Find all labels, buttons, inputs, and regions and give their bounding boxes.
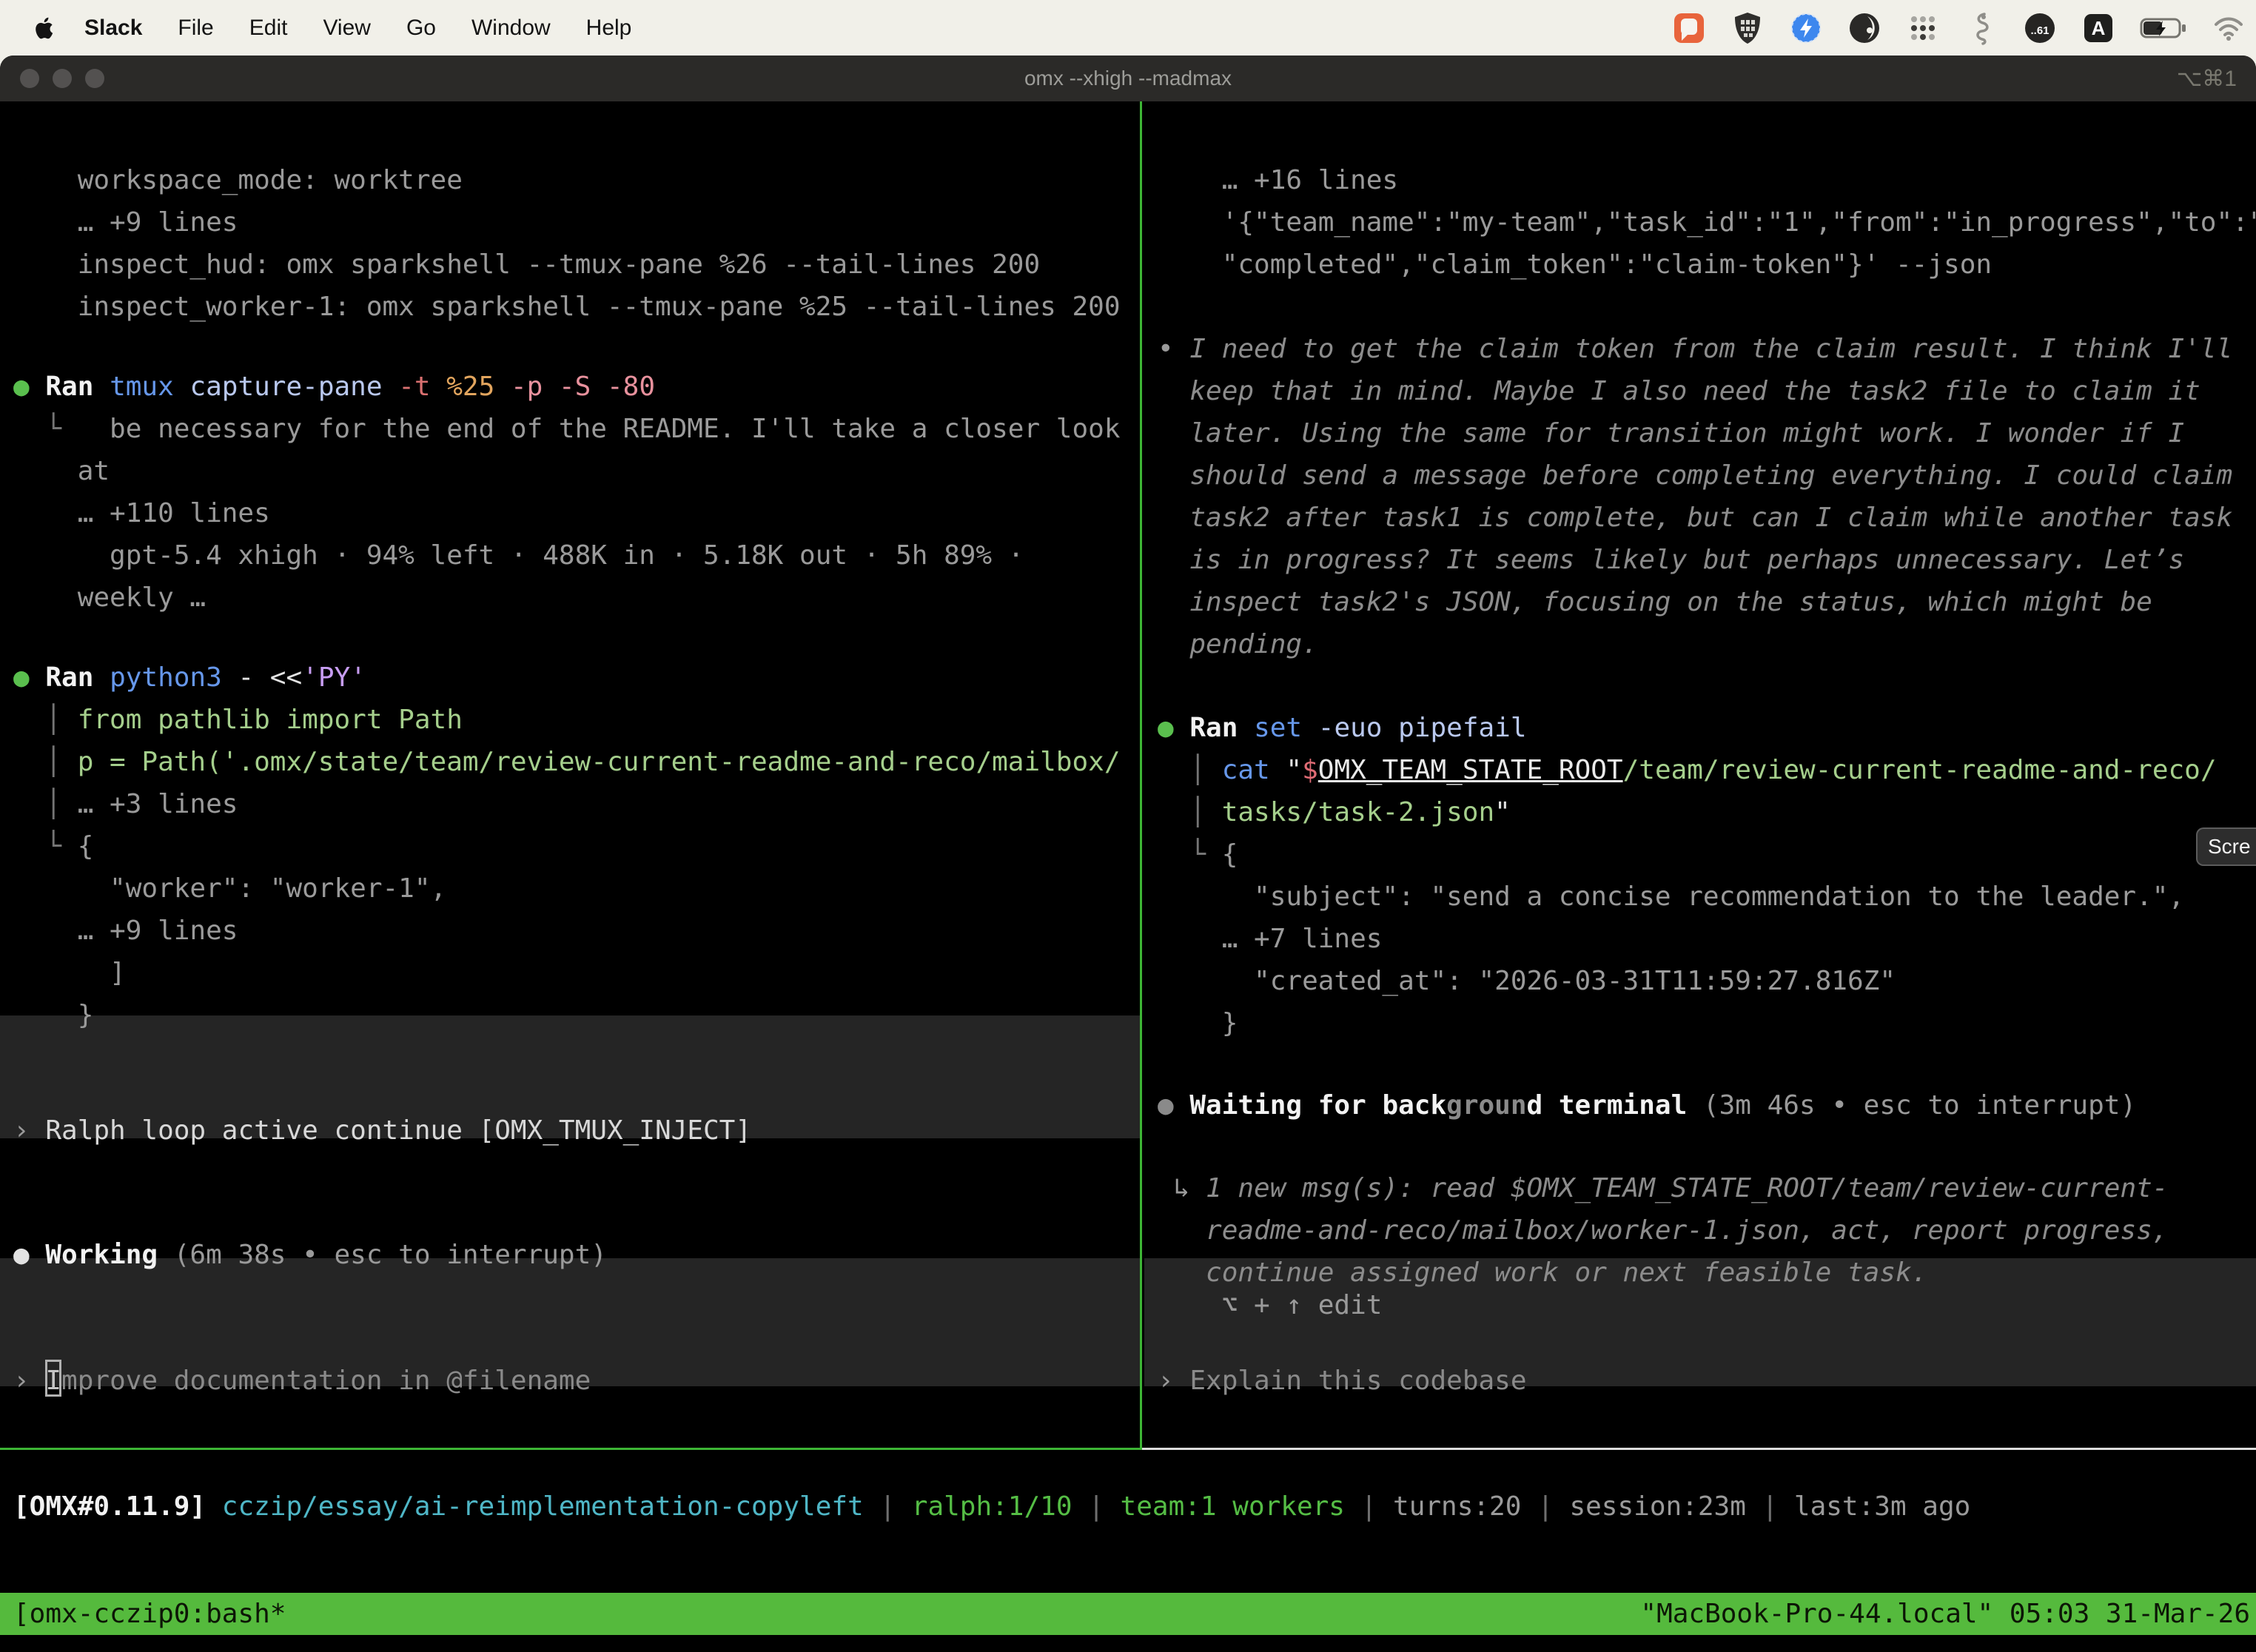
terminal-line: ● Ran tmux capture-pane -t %25 -p -S -80: [13, 366, 1140, 408]
terminal-line: … +110 lines: [13, 492, 1140, 534]
terminal-line: should send a message before completing …: [1158, 454, 2256, 497]
terminal-line: workspace_mode: worktree: [13, 159, 1140, 201]
hud-status-line: [OMX#0.11.9] cczip/essay/ai-reimplementa…: [13, 1485, 1970, 1528]
terminal-content: workspace_mode: worktree … +9 lines insp…: [0, 101, 2256, 1652]
pane-border-bottom-left: [0, 1448, 1140, 1450]
terminal-line: inspect task2's JSON, focusing on the st…: [1158, 581, 2256, 623]
pane-border-bottom-right: [1142, 1448, 2256, 1450]
badge-61-icon[interactable]: ..61: [2023, 11, 2057, 45]
terminal-window: omx --xhigh --madmax ⌥⌘1 workspace_mode:…: [0, 56, 2256, 1652]
terminal-line: at: [13, 450, 1140, 492]
menu-item-go[interactable]: Go: [406, 16, 436, 41]
terminal-line: │ from pathlib import Path: [13, 699, 1140, 741]
squiggle-icon[interactable]: [1964, 11, 1998, 45]
menu-item-edit[interactable]: Edit: [249, 16, 288, 41]
terminal-line: readme-and-reco/mailbox/worker-1.json, a…: [1158, 1209, 2256, 1252]
terminal-line: › Explain this codebase: [1158, 1360, 2256, 1402]
menu-bar: Slack File Edit View Go Window Help: [0, 0, 2256, 56]
tmux-host-clock-label: "MacBook-Pro-44.local" 05:03 31-Mar-26: [1640, 1599, 2250, 1629]
terminal-line: later. Using the same for transition mig…: [1158, 412, 2256, 454]
terminal-line: • I need to get the claim token from the…: [1158, 328, 2256, 370]
terminal-line: … +9 lines: [13, 201, 1140, 244]
terminal-line: › Improve documentation in @filename: [13, 1360, 1140, 1402]
window-title-bar[interactable]: omx --xhigh --madmax ⌥⌘1: [0, 56, 2256, 101]
window-title: omx --xhigh --madmax: [0, 56, 2256, 101]
terminal-line: weekly …: [13, 577, 1140, 619]
terminal-line: │ … +3 lines: [13, 783, 1140, 825]
terminal-line: ↳ 1 new msg(s): read $OMX_TEAM_STATE_ROO…: [1158, 1167, 2256, 1209]
terminal-line: is in progress? It seems likely but perh…: [1158, 539, 2256, 581]
terminal-line: keep that in mind. Maybe I also need the…: [1158, 370, 2256, 412]
terminal-line: ]: [13, 952, 1140, 994]
terminal-line: "worker": "worker-1",: [13, 867, 1140, 910]
tmux-session-label: [omx-cczip0:bash*: [13, 1599, 286, 1629]
terminal-line: ⌥ + ↑ edit: [1158, 1284, 2256, 1326]
menu-item-file[interactable]: File: [178, 16, 213, 41]
terminal-pane-left[interactable]: workspace_mode: worktree … +9 lines insp…: [0, 101, 1140, 1450]
window-shortcut-hint: ⌥⌘1: [2177, 56, 2237, 101]
terminal-line: ● Working (6m 38s • esc to interrupt): [13, 1234, 1140, 1276]
badge-61-label: ..61: [2030, 24, 2049, 37]
menu-item-view[interactable]: View: [323, 16, 370, 41]
terminal-line: │ cat "$OMX_TEAM_STATE_ROOT/team/review-…: [1158, 749, 2256, 791]
terminal-line: … +9 lines: [13, 910, 1140, 952]
keyboard-layout-label: A: [2092, 17, 2106, 39]
tmux-status-bar: [omx-cczip0:bash* "MacBook-Pro-44.local"…: [0, 1593, 2256, 1635]
battery-icon[interactable]: [2140, 11, 2187, 45]
terminal-line: ● Ran python3 - <<'PY': [13, 657, 1140, 699]
menu-item-window[interactable]: Window: [471, 16, 551, 41]
terminal-line: }: [13, 994, 1140, 1036]
screen-notification: Scre: [2196, 827, 2256, 866]
menu-bar-status-icons: ..61 A: [1672, 0, 2246, 56]
terminal-line: › Ralph loop active continue [OMX_TMUX_I…: [13, 1109, 1140, 1152]
terminal-line: … +7 lines: [1158, 918, 2256, 960]
wifi-icon[interactable]: [2212, 11, 2246, 45]
terminal-line: "completed","claim_token":"claim-token"}…: [1158, 244, 2256, 286]
terminal-line: gpt-5.4 xhigh · 94% left · 488K in · 5.1…: [13, 534, 1140, 577]
shield-grid-icon[interactable]: [1730, 11, 1765, 45]
terminal-line: ● Ran set -euo pipefail: [1158, 707, 2256, 749]
dots-grid-icon[interactable]: [1906, 11, 1940, 45]
terminal-line: "created_at": "2026-03-31T11:59:27.816Z": [1158, 960, 2256, 1002]
terminal-line: }: [1158, 1002, 2256, 1044]
terminal-line: └ {: [13, 825, 1140, 867]
terminal-line: └ {: [1158, 833, 2256, 876]
terminal-line: inspect_hud: omx sparkshell --tmux-pane …: [13, 244, 1140, 286]
crescent-circle-icon[interactable]: [1847, 11, 1881, 45]
terminal-line: '{"team_name":"my-team","task_id":"1","f…: [1158, 201, 2256, 244]
terminal-line: ● Waiting for background terminal (3m 46…: [1158, 1084, 2256, 1126]
screen: Slack File Edit View Go Window Help: [0, 0, 2256, 1652]
terminal-line: inspect_worker-1: omx sparkshell --tmux-…: [13, 286, 1140, 328]
terminal-pane-right[interactable]: … +16 lines '{"team_name":"my-team","tas…: [1144, 101, 2256, 1450]
terminal-line: … +16 lines: [1158, 159, 2256, 201]
bolt-circle-icon[interactable]: [1789, 11, 1823, 45]
chat-app-icon[interactable]: [1672, 11, 1706, 45]
terminal-line: "subject": "send a concise recommendatio…: [1158, 876, 2256, 918]
pane-divider[interactable]: [1140, 101, 1142, 1450]
terminal-line: └ be necessary for the end of the README…: [13, 408, 1140, 450]
menu-item-help[interactable]: Help: [586, 16, 632, 41]
keyboard-layout-icon[interactable]: A: [2081, 11, 2115, 45]
terminal-line: │ tasks/task-2.json": [1158, 791, 2256, 833]
screen-notification-label: Scre: [2208, 835, 2251, 859]
menu-item-app[interactable]: Slack: [84, 16, 142, 41]
apple-menu-icon[interactable]: [34, 13, 59, 43]
terminal-line: │ p = Path('.omx/state/team/review-curre…: [13, 741, 1140, 783]
terminal-line: task2 after task1 is complete, but can I…: [1158, 497, 2256, 539]
terminal-line: pending.: [1158, 623, 2256, 665]
